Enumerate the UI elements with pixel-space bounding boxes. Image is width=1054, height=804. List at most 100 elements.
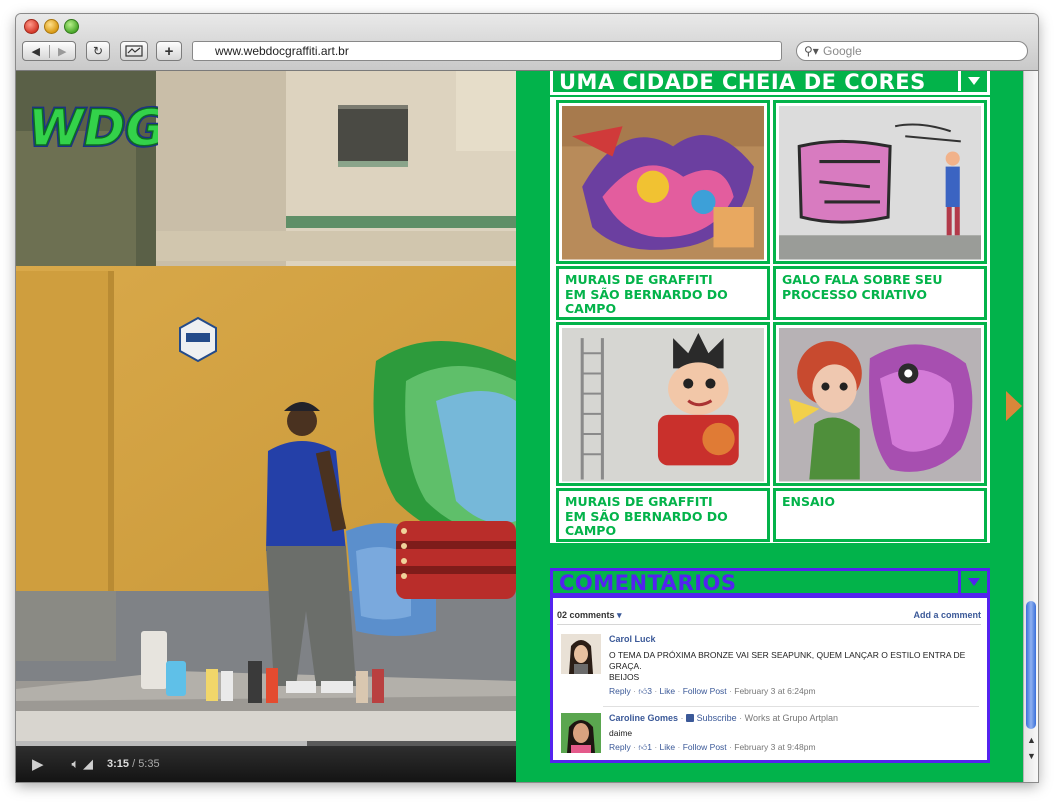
back-forward-group: ◀ ▶: [22, 41, 76, 61]
back-icon[interactable]: ◀: [23, 45, 49, 58]
volume-icon[interactable]: 🔈︎ ◢: [72, 756, 93, 772]
gallery-grid: MURAIS DE GRAFFITI EM SÃO BERNARDO DO CA…: [550, 97, 990, 543]
gallery-caption-4[interactable]: ENSAIO: [782, 494, 835, 510]
follow-post-link[interactable]: Follow Post: [683, 686, 727, 696]
like-count: 1: [647, 742, 652, 752]
comment-body: Caroline Gomes · Subscribe · Works at Gr…: [609, 713, 979, 753]
next-arrow-icon[interactable]: [1006, 391, 1022, 421]
current-time: 3:15: [106, 758, 129, 770]
avatar-image: [561, 713, 601, 753]
gallery-image-3: [562, 328, 764, 482]
zoom-window-button[interactable]: [64, 19, 79, 34]
time-display: 3:15 / 5:35: [107, 758, 160, 770]
gallery-thumb-3[interactable]: [556, 322, 770, 486]
comment-author[interactable]: Carol Luck: [609, 634, 979, 644]
gallery-item-3[interactable]: MURAIS DE GRAFFITI EM SÃO BERNARDO DO CA…: [556, 488, 770, 542]
separator: ·: [739, 713, 743, 723]
comments-section: COMENTÁRIOS 02 comments ▾ Add a comment: [550, 568, 990, 768]
chevron-down-icon: [968, 578, 980, 586]
comment-item-1: Carol Luck O TEMA DA PRÓXIMA BRONZE VAI …: [561, 634, 979, 704]
comment-workplace: Works at Grupo Artplan: [744, 713, 839, 723]
forward-icon[interactable]: ▶: [48, 44, 76, 58]
page-scrollbar[interactable]: ▲ ▼: [1023, 71, 1038, 782]
separator: ·: [729, 742, 732, 752]
add-comment-link[interactable]: Add a comment: [913, 610, 981, 620]
reply-link[interactable]: Reply: [609, 742, 631, 752]
comments-count[interactable]: 02 comments ▾: [557, 610, 622, 621]
url-text: www.webdocgraffiti.art.br: [215, 44, 349, 58]
address-bar[interactable]: www.webdocgraffiti.art.br: [192, 41, 782, 61]
separator: ·: [654, 686, 658, 696]
gallery-item-1[interactable]: MURAIS DE GRAFFITI EM SÃO BERNARDO DO CA…: [556, 266, 770, 320]
avatar-image: [561, 634, 601, 674]
duration: 5:35: [138, 758, 160, 770]
gallery-caption-2[interactable]: GALO FALA SOBRE SEU PROCESSO CRIATIVO: [782, 272, 943, 302]
minimize-window-button[interactable]: [44, 19, 59, 34]
scroll-down-icon[interactable]: ▼: [1024, 751, 1038, 765]
scrollbar-thumb[interactable]: [1026, 601, 1036, 729]
wdg-logo[interactable]: WDG WDG: [32, 85, 158, 163]
plus-icon: +: [164, 42, 174, 60]
reload-button[interactable]: ↻: [86, 41, 110, 61]
comment-body: Carol Luck O TEMA DA PRÓXIMA BRONZE VAI …: [609, 634, 979, 697]
follow-post-link[interactable]: Follow Post: [683, 742, 727, 752]
scroll-up-icon[interactable]: ▲: [1024, 735, 1038, 749]
comments-toolbar: 02 comments ▾ Add a comment: [557, 604, 981, 625]
chevron-down-icon: ▾: [617, 610, 622, 620]
chevron-down-icon: [968, 77, 980, 85]
thumbs-up-icon: 👍︎: [638, 742, 648, 752]
comments-header: COMENTÁRIOS: [550, 568, 990, 596]
time-separator: /: [132, 758, 136, 770]
reply-link[interactable]: Reply: [609, 686, 631, 696]
video-frame: [16, 71, 516, 746]
gallery-collapse-button[interactable]: [958, 71, 987, 91]
gallery-item-4[interactable]: ENSAIO: [773, 488, 987, 542]
gallery-item-2[interactable]: GALO FALA SOBRE SEU PROCESSO CRIATIVO: [773, 266, 987, 320]
comment-actions: Reply · 👍︎1 · Like · Follow Post · Febru…: [609, 742, 979, 753]
comment-date[interactable]: February 3 at 9:48pm: [734, 742, 815, 752]
comment-author[interactable]: Caroline Gomes: [609, 713, 678, 723]
reload-icon: ↻: [92, 44, 104, 58]
video-player[interactable]: WDG WDG ▶ 🔈︎ ◢ 3:15 / 5:35: [16, 71, 516, 782]
comment-text-line-2: BEIJOS: [609, 672, 640, 682]
browser-window: ◀ ▶ ↻ + www.webdocgraffiti.art.br ⚲▾ Goo…: [16, 14, 1038, 782]
comments-box: 02 comments ▾ Add a comment Carol Luck O…: [550, 595, 990, 763]
gallery-caption-1[interactable]: MURAIS DE GRAFFITI EM SÃO BERNARDO DO CA…: [565, 272, 728, 317]
search-field[interactable]: ⚲▾ Google: [796, 41, 1028, 61]
gallery-image-4: [779, 328, 981, 482]
comment-date[interactable]: February 3 at 6:24pm: [734, 686, 815, 696]
avatar[interactable]: [561, 634, 601, 674]
thumbs-up-icon: 👍︎: [638, 686, 648, 696]
rss-icon: [686, 714, 695, 722]
gallery-caption-3[interactable]: MURAIS DE GRAFFITI EM SÃO BERNARDO DO CA…: [565, 494, 728, 539]
separator: ·: [633, 686, 636, 696]
comments-count-text: 02 comments: [557, 610, 615, 620]
gallery-thumb-4[interactable]: [773, 322, 987, 486]
separator: ·: [677, 686, 681, 696]
gallery-thumb-1[interactable]: [556, 100, 770, 264]
like-link[interactable]: Like: [660, 742, 676, 752]
video-controls: ▶ 🔈︎ ◢ 3:15 / 5:35: [16, 746, 516, 782]
gallery-image-2: [779, 106, 981, 260]
comments-collapse-button[interactable]: [958, 571, 987, 593]
comment-text: O TEMA DA PRÓXIMA BRONZE VAI SER SEAPUNK…: [609, 650, 966, 671]
snapback-button[interactable]: [120, 41, 148, 61]
separator: ·: [677, 742, 681, 752]
like-link[interactable]: Like: [660, 686, 676, 696]
close-window-button[interactable]: [24, 19, 39, 34]
add-bookmark-button[interactable]: +: [156, 41, 182, 61]
svg-text:WDG: WDG: [32, 98, 158, 157]
like-count: 3: [647, 686, 652, 696]
separator: ·: [633, 742, 636, 752]
page-content: WDG WDG ▶ 🔈︎ ◢ 3:15 / 5:35 UMA CIDADE CH…: [16, 71, 1038, 782]
subscribe-link[interactable]: Subscribe: [697, 713, 737, 723]
separator: ·: [654, 742, 658, 752]
comment-header-line: Caroline Gomes · Subscribe · Works at Gr…: [609, 713, 979, 723]
gallery-thumb-2[interactable]: [773, 100, 987, 264]
play-icon[interactable]: ▶: [32, 755, 44, 773]
separator: ·: [680, 713, 684, 723]
avatar[interactable]: [561, 713, 601, 753]
comment-text: daime: [609, 728, 633, 738]
comment-actions: Reply · 👍︎3 · Like · Follow Post · Febru…: [609, 686, 979, 697]
search-icon: ⚲▾: [804, 44, 819, 58]
